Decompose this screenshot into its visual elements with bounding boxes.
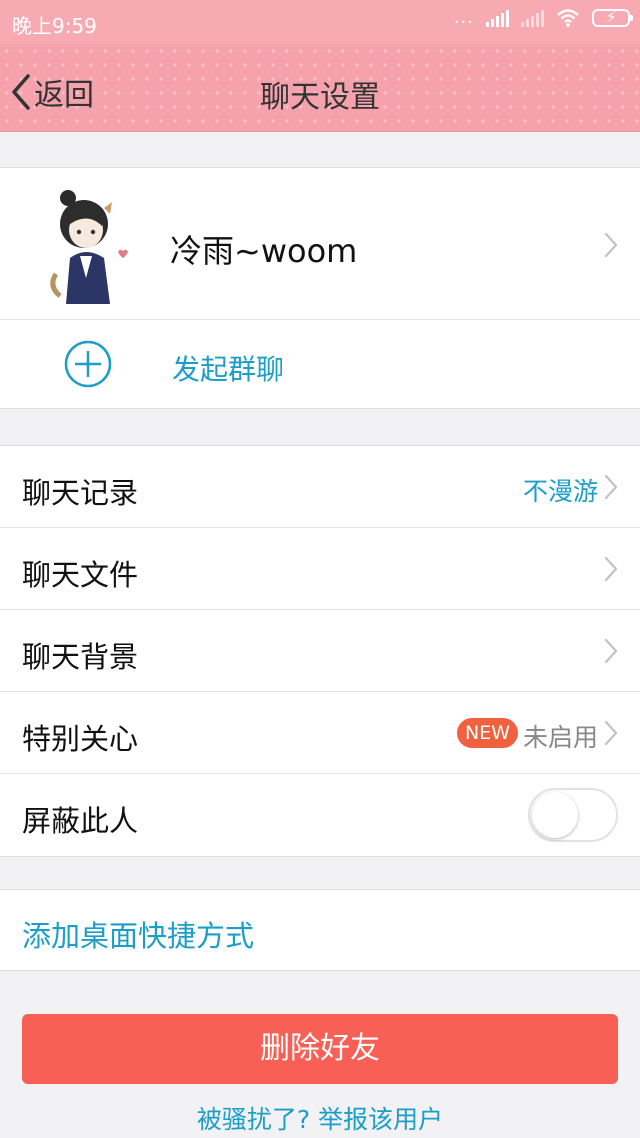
settings-list: 聊天记录 不漫游 聊天文件 聊天背景 特别关心 NEW 未启用 屏蔽此人 bbox=[0, 445, 640, 857]
more-dots-icon: ... bbox=[453, 7, 474, 28]
battery-icon: ⚡ bbox=[592, 8, 633, 27]
special-care-label: 特别关心 bbox=[22, 722, 139, 756]
chat-history-value: 不漫游 bbox=[522, 477, 598, 506]
chat-background-row[interactable]: 聊天背景 bbox=[0, 610, 640, 692]
chat-files-label: 聊天文件 bbox=[22, 558, 139, 592]
chevron-right-icon bbox=[604, 720, 618, 746]
friend-name: 冷雨~woom bbox=[170, 232, 358, 270]
signal-secondary-icon bbox=[521, 9, 544, 27]
block-user-row: 屏蔽此人 bbox=[0, 774, 640, 856]
friend-profile-row[interactable]: 冷雨~woom bbox=[0, 168, 640, 320]
page-title: 聊天设置 bbox=[260, 80, 380, 115]
chat-background-label: 聊天背景 bbox=[22, 640, 139, 674]
special-care-row[interactable]: 特别关心 NEW 未启用 bbox=[0, 692, 640, 774]
add-desktop-shortcut-row[interactable]: 添加桌面快捷方式 bbox=[0, 890, 640, 970]
add-circle-icon bbox=[64, 340, 112, 388]
block-user-label: 屏蔽此人 bbox=[22, 804, 139, 838]
chevron-right-icon bbox=[604, 638, 618, 664]
chat-settings-screen: 晚上9:59 ... ⚡ 返回 聊天设置 冷雨~woom 发起群聊 聊天记录 不… bbox=[0, 0, 640, 1138]
toggle-knob bbox=[532, 792, 578, 838]
status-icons: ... ⚡ bbox=[453, 7, 633, 28]
chevron-right-icon bbox=[604, 474, 618, 500]
status-bar: 晚上9:59 ... ⚡ bbox=[0, 0, 640, 44]
charging-icon: ⚡ bbox=[606, 8, 617, 26]
profile-section: 冷雨~woom 发起群聊 bbox=[0, 167, 640, 409]
wifi-icon bbox=[557, 9, 579, 27]
start-group-chat-row[interactable]: 发起群聊 bbox=[0, 320, 640, 408]
shortcut-section: 添加桌面快捷方式 bbox=[0, 889, 640, 971]
chevron-right-icon bbox=[604, 556, 618, 582]
delete-friend-button[interactable]: 删除好友 bbox=[22, 1014, 618, 1084]
nav-header: 返回 聊天设置 bbox=[0, 44, 640, 132]
status-time: 晚上9:59 bbox=[12, 14, 97, 38]
chevron-right-icon bbox=[604, 232, 618, 258]
block-user-toggle[interactable] bbox=[528, 788, 618, 842]
avatar bbox=[50, 190, 128, 304]
report-user-link[interactable]: 被骚扰了? 举报该用户 bbox=[0, 1100, 640, 1136]
chat-history-row[interactable]: 聊天记录 不漫游 bbox=[0, 446, 640, 528]
chat-files-row[interactable]: 聊天文件 bbox=[0, 528, 640, 610]
special-care-value: 未启用 bbox=[522, 723, 598, 752]
start-group-chat-label: 发起群聊 bbox=[172, 353, 285, 386]
chat-history-label: 聊天记录 bbox=[22, 476, 139, 510]
add-desktop-shortcut-label: 添加桌面快捷方式 bbox=[22, 919, 255, 953]
signal-icon bbox=[486, 9, 509, 27]
new-badge: NEW bbox=[456, 718, 518, 748]
